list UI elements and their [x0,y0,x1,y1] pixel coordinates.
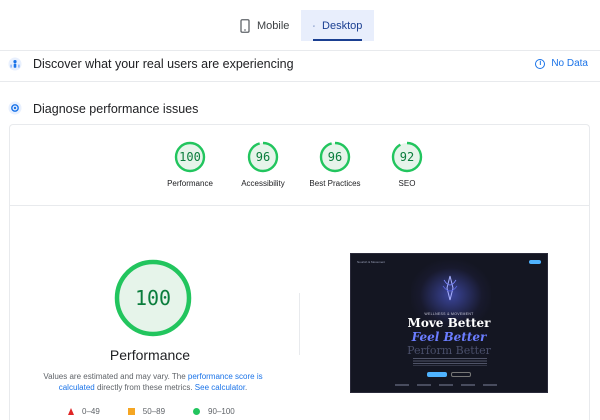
lab-icon [8,101,22,115]
square-icon [127,408,135,415]
gauge-label: Accessibility [241,179,285,188]
gauge-score: 96 [255,150,271,164]
gauge-label: Best Practices [309,179,361,188]
tab-mobile[interactable]: Mobile [228,10,301,41]
legend-fail: 0–49 [68,407,100,416]
gauge-best-practices[interactable]: 96 Best Practices [295,141,375,188]
info-icon: i [535,58,546,69]
performance-note: Values are estimated and may vary. The p… [38,371,268,393]
tab-mobile-label: Mobile [257,19,290,32]
note-text: . [245,383,248,392]
card-divider [10,205,589,206]
preview-headline-3: Perform Better [407,344,491,357]
legend-pass: 90–100 [193,407,235,416]
preview-footer-links [395,384,505,386]
performance-big-gauge: 100 [113,258,193,338]
diagnose-section: Diagnose performance issues [0,98,600,122]
preview-headline-1: Move Better [407,316,491,330]
preview-brand: Nourish & Movement [357,260,386,264]
preview-headline-2: Feel Better [411,330,487,344]
legend-range: 90–100 [208,407,235,416]
gauge-seo[interactable]: 92 SEO [367,141,447,188]
legend-range: 0–49 [82,407,100,416]
note-text: directly from these metrics. [94,383,195,392]
gauge-label: SEO [398,179,416,188]
gauge-score: 96 [327,150,343,164]
gauge-score: 100 [179,150,201,164]
preview-paragraph [413,358,487,366]
no-data-label: No Data [551,58,588,69]
mobile-icon [240,18,250,33]
gauge-accessibility[interactable]: 96 Accessibility [223,141,303,188]
calculator-link[interactable]: See calculator [195,383,245,392]
desktop-icon [313,24,316,27]
report-card: 100 Performance 96 Accessibility 96 Best… [9,124,590,420]
legend-range: 50–89 [142,407,166,416]
preview-secondary-button [451,372,471,377]
score-gauges: 100 Performance 96 Accessibility 96 Best… [10,141,589,201]
tab-desktop-label: Desktop [322,19,363,32]
gauge-performance[interactable]: 100 Performance [150,141,230,188]
diagnose-title: Diagnose performance issues [33,102,199,116]
vertical-separator [299,293,300,355]
circle-icon [193,408,201,415]
gauge-label: Performance [167,179,213,188]
legend-average: 50–89 [127,407,166,416]
device-tabs: Mobile Desktop [228,10,375,41]
gauge-score: 92 [399,150,415,164]
note-text: Values are estimated and may vary. The [43,372,188,381]
score-legend: 0–49 50–89 90–100 [68,407,235,416]
preview-nav-button [529,260,541,264]
field-data-title: Discover what your real users are experi… [33,57,294,71]
page-screenshot-thumbnail[interactable]: Nourish & Movement WELLNESS & MOVEMENT M… [350,253,548,393]
field-data-section: Discover what your real users are experi… [0,50,600,82]
preview-nav: Nourish & Movement [357,258,541,266]
preview-cta-button [427,372,447,377]
tab-desktop[interactable]: Desktop [301,10,375,41]
no-data-link[interactable]: i No Data [535,58,588,69]
users-icon [8,57,22,71]
triangle-icon [68,408,74,415]
performance-score: 100 [134,286,172,310]
preview-logo-icon [442,275,458,301]
performance-title: Performance [109,347,191,363]
